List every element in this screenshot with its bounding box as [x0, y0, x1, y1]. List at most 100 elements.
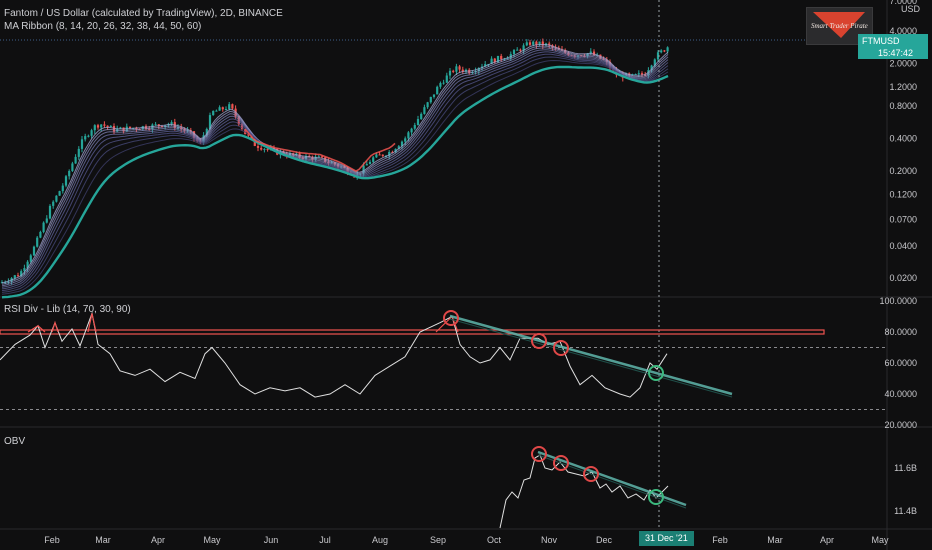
candle-body [80, 139, 84, 149]
candle-body [263, 148, 266, 150]
candle-body [429, 96, 432, 103]
candle-body [45, 218, 48, 223]
candle-body [519, 49, 522, 51]
candle-body [448, 70, 452, 76]
rsi-axis-tick: 40.0000 [884, 389, 917, 399]
obv-axis-tick: 11.6B [894, 463, 917, 473]
candle-body [154, 124, 157, 126]
candle-body [128, 126, 132, 129]
candle-body [100, 124, 103, 128]
candle-body [320, 156, 324, 158]
candle-body [215, 110, 218, 112]
rsi-legend[interactable]: RSI Div - Lib (14, 70, 30, 90) [4, 304, 131, 315]
candle-body [516, 49, 519, 51]
candle-body [365, 164, 368, 166]
candle-body [48, 205, 52, 219]
candle-body [231, 104, 234, 109]
time-axis-label: Oct [487, 535, 502, 545]
candle-body [224, 109, 228, 111]
time-axis-label: Apr [820, 535, 834, 545]
crosshair-date-tag: 31 Dec '21 [639, 531, 694, 546]
time-axis-label: May [871, 535, 889, 545]
time-axis-label: Mar [95, 535, 111, 545]
price-axis-tick: 0.2000 [889, 166, 917, 176]
candle-body [68, 170, 71, 177]
rsi-axis-tick: 60.0000 [884, 358, 917, 368]
candle-body [32, 246, 36, 256]
chart-app: USD 7.0000 4.0000 2.0000 1.2000 0.8000 0.4000 0… [0, 0, 932, 550]
candle-body [413, 125, 416, 129]
candle-body [455, 66, 458, 72]
candle-body [666, 47, 669, 52]
candle-body [55, 195, 58, 202]
candle-body [378, 154, 381, 156]
countdown-tag: 15:47:42 [858, 48, 928, 59]
time-axis-label: Jul [319, 535, 331, 545]
candle-body [13, 275, 16, 279]
candle-body [500, 55, 503, 60]
time-axis-label: Sep [430, 535, 446, 545]
price-axis-tick: 0.0400 [889, 241, 917, 251]
chart-background [0, 0, 932, 550]
candle-body [458, 66, 461, 70]
candle-body [228, 104, 231, 110]
time-axis-label: May [203, 535, 221, 545]
candle-body [442, 82, 445, 84]
candle-body [39, 231, 42, 238]
candle-body [432, 94, 436, 97]
time-axis-label: Nov [541, 535, 558, 545]
candle-body [532, 41, 535, 45]
candle-body [71, 163, 74, 171]
candle-body [426, 102, 429, 108]
candle-body [381, 154, 384, 156]
price-axis-tick: 7.0000 [889, 0, 917, 6]
candle-body [436, 86, 439, 95]
time-axis-label: Aug [372, 535, 388, 545]
candle-body [416, 119, 420, 126]
candle-body [637, 73, 640, 75]
candle-body [404, 138, 407, 142]
candle-body [525, 42, 528, 46]
candle-body [74, 156, 77, 164]
candle-body [420, 113, 423, 120]
candle-body [87, 135, 90, 137]
candle-body [221, 107, 224, 110]
candle-body [61, 185, 64, 192]
candle-body [423, 107, 426, 114]
price-axis-tick: 0.1200 [889, 190, 917, 200]
price-axis-tick: 0.0700 [889, 215, 917, 225]
candle-body [16, 275, 20, 277]
candle-body [663, 50, 666, 52]
time-axis-label: Feb [712, 535, 728, 545]
candle-body [96, 125, 100, 128]
candle-body [64, 176, 68, 186]
ma-ribbon-legend[interactable]: MA Ribbon (8, 14, 20, 26, 32, 38, 44, 50… [4, 21, 201, 32]
candle-body [84, 136, 87, 140]
time-axis-label: Jun [264, 535, 279, 545]
candle-body [410, 128, 413, 133]
price-axis-tick: 1.2000 [889, 82, 917, 92]
time-axis-label: Apr [151, 535, 165, 545]
price-axis-tick: 0.0200 [889, 273, 917, 283]
candle-body [375, 154, 378, 158]
candle-body [439, 83, 442, 87]
candle-body [256, 146, 260, 148]
rsi-axis-tick: 100.0000 [879, 296, 917, 306]
obv-axis-tick: 11.4B [894, 506, 917, 516]
chart-canvas[interactable]: USD7.00004.00002.00001.20000.80000.40000… [0, 0, 932, 550]
candle-body [368, 161, 372, 165]
candle-body [212, 110, 215, 116]
obv-legend[interactable]: OBV [4, 436, 25, 447]
time-axis-label: Mar [767, 535, 783, 545]
symbol-legend[interactable]: Fantom / US Dollar (calculated by Tradin… [4, 8, 283, 19]
price-tag-symbol: FTMUSD [862, 36, 900, 46]
candle-body [512, 50, 516, 55]
rsi-axis-tick: 80.0000 [884, 327, 917, 337]
candle-body [407, 132, 410, 139]
candle-body [260, 147, 263, 150]
price-axis-tick: 0.8000 [889, 101, 917, 111]
candle-body [445, 75, 448, 83]
candle-body [58, 191, 61, 196]
candle-body [36, 237, 39, 247]
candle-body [660, 50, 663, 53]
